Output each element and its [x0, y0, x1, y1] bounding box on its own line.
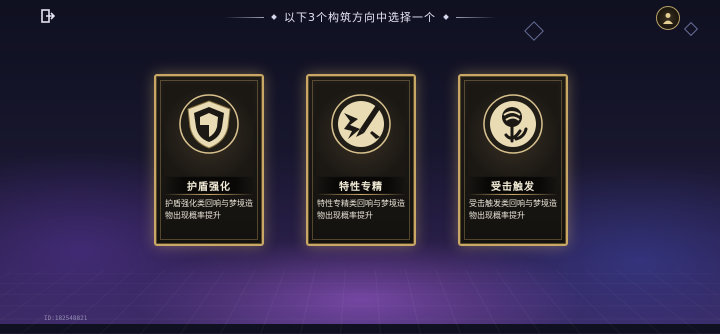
title-dot-right — [443, 14, 449, 20]
build-card-shield[interactable]: 护盾强化 护盾强化类回响与梦境造物出现概率提升 — [154, 74, 264, 246]
card-description: 特性专精类回响与梦境造物出现概率提升 — [317, 199, 405, 220]
card-description: 受击触发类回响与梦境造物出现概率提升 — [469, 199, 557, 220]
build-card-hit-trigger[interactable]: 受击触发 受击触发类回响与梦境造物出现概率提升 — [458, 74, 568, 246]
card-divider — [468, 194, 558, 195]
card-name: 受击触发 — [468, 177, 558, 193]
player-uid: ID:182548821 — [44, 315, 88, 322]
character-menu-button[interactable] — [656, 6, 680, 30]
card-name: 护盾强化 — [164, 177, 254, 193]
swirl-orb-icon — [483, 94, 543, 154]
character-portrait-icon — [663, 13, 673, 24]
page-title-bar: 以下3个构筑方向中选择一个 — [0, 8, 720, 26]
build-card-trait[interactable]: 特性专精 特性专精类回响与梦境造物出现概率提升 — [306, 74, 416, 246]
card-divider — [316, 194, 406, 195]
title-line-left — [224, 16, 264, 18]
card-name: 特性专精 — [316, 177, 406, 193]
title-dot-left — [271, 14, 277, 20]
card-divider — [164, 194, 254, 195]
shield-icon — [179, 94, 239, 154]
card-description: 护盾强化类回响与梦境造物出现概率提升 — [165, 199, 253, 220]
background-floor-grid — [0, 270, 720, 334]
page-title: 以下3个构筑方向中选择一个 — [284, 11, 436, 24]
sword-burst-icon — [331, 94, 391, 154]
title-line-right — [456, 16, 496, 18]
